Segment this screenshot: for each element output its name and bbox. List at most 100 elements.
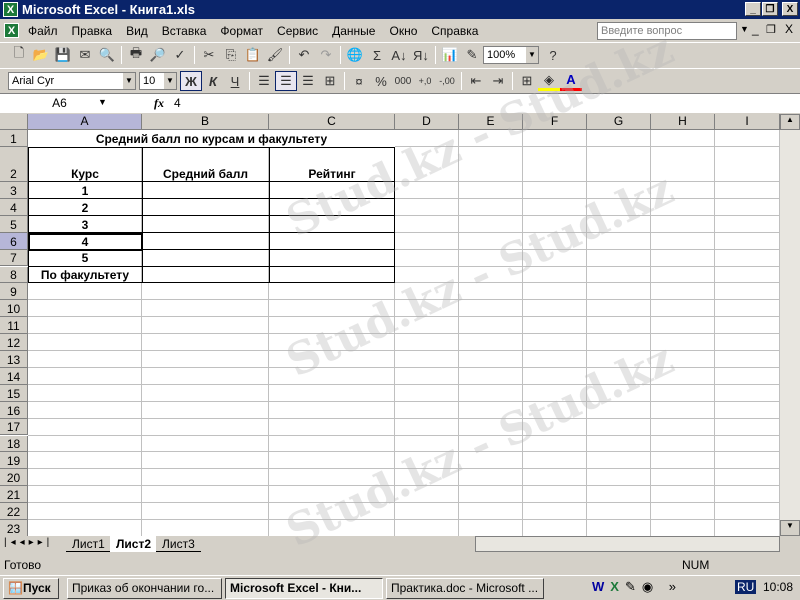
column-header-H[interactable]: H — [651, 114, 715, 130]
row-header-5[interactable]: 5 — [0, 215, 28, 233]
print-icon[interactable]: 🖶 — [125, 45, 147, 65]
zoom-select[interactable]: 100% ▼ — [483, 46, 539, 64]
row-header-13[interactable]: 13 — [0, 351, 28, 368]
save-icon[interactable]: 💾 — [52, 45, 74, 65]
row-header-15[interactable]: 15 — [0, 384, 28, 402]
column-header-A[interactable]: A — [28, 114, 142, 130]
search-file-icon[interactable]: 🔍 — [96, 45, 118, 65]
column-header-E[interactable]: E — [459, 114, 523, 130]
copy-icon[interactable]: ⎘ — [220, 45, 242, 65]
paste-icon[interactable]: 📋 — [242, 45, 264, 65]
worksheet-grid[interactable]: A B C D E F G H I 1 2 3 4 5 6 7 8 9 10 11 12 13 14 15 16 17 18 19 20… — [0, 114, 780, 536]
formula-input[interactable]: 4 — [174, 96, 181, 110]
quick-launch-icons[interactable]: WX✎◉ » — [592, 579, 682, 595]
align-right-icon[interactable]: ☰ — [297, 71, 319, 91]
row-header-16[interactable]: 16 — [0, 401, 28, 419]
row-header-20[interactable]: 20 — [0, 469, 28, 487]
thousands-icon[interactable]: 000 — [392, 71, 414, 91]
tab-navigation-icons[interactable]: |◂◂▸▸| — [4, 537, 53, 548]
row-header-17[interactable]: 17 — [0, 418, 28, 436]
menu-edit[interactable]: Правка — [65, 24, 120, 38]
menu-data[interactable]: Данные — [325, 24, 382, 38]
cut-icon[interactable]: ✂ — [198, 45, 220, 65]
column-header-D[interactable]: D — [395, 114, 459, 130]
increase-indent-icon[interactable]: ⇥ — [487, 71, 509, 91]
cell-B2[interactable]: Средний балл — [142, 147, 269, 182]
scroll-up-button[interactable]: ▲ — [780, 114, 800, 130]
menu-file[interactable]: Файл — [21, 24, 65, 38]
sort-ascending-icon[interactable]: A↓ — [388, 45, 410, 65]
row-header-21[interactable]: 21 — [0, 486, 28, 504]
doc-close-button[interactable]: X — [785, 22, 793, 36]
ask-question-input[interactable]: Введите вопрос — [597, 22, 737, 40]
column-header-B[interactable]: B — [142, 114, 269, 130]
help-icon[interactable]: ? — [542, 45, 564, 65]
row-header-14[interactable]: 14 — [0, 367, 28, 385]
format-painter-icon[interactable]: 🖌 — [264, 45, 286, 65]
tab-sheet3[interactable]: Лист3 — [156, 536, 201, 552]
column-header-F[interactable]: F — [523, 114, 587, 130]
select-all-button[interactable] — [0, 114, 28, 130]
menu-help[interactable]: Справка — [424, 24, 485, 38]
print-preview-icon[interactable]: 🔎 — [147, 45, 169, 65]
menu-insert[interactable]: Вставка — [155, 24, 214, 38]
row-header-7[interactable]: 7 — [0, 249, 28, 267]
task-word-praktika[interactable]: Практика.doc - Microsoft ... — [386, 577, 544, 599]
borders-icon[interactable]: ⊞ — [516, 71, 538, 91]
chevron-down-icon[interactable]: ▼ — [526, 47, 538, 63]
open-icon[interactable]: 📂 — [30, 45, 52, 65]
drawing-icon[interactable]: ✎ — [461, 45, 483, 65]
task-excel[interactable]: Microsoft Excel - Кни... — [225, 577, 383, 599]
decrease-decimal-icon[interactable]: -,00 — [436, 71, 458, 91]
decrease-indent-icon[interactable]: ⇤ — [465, 71, 487, 91]
cell-A5[interactable]: 3 — [28, 216, 142, 233]
namebox-dropdown-icon[interactable]: ▼ — [98, 97, 107, 107]
row-header-6[interactable]: 6 — [0, 232, 28, 250]
language-indicator[interactable]: RU — [735, 580, 757, 594]
permission-icon[interactable]: ✉ — [74, 45, 96, 65]
active-cell-A6[interactable] — [28, 232, 143, 251]
cell-A2[interactable]: Курс — [28, 147, 142, 182]
sort-descending-icon[interactable]: Я↓ — [410, 45, 432, 65]
tab-sheet1[interactable]: Лист1 — [66, 536, 111, 552]
column-header-C[interactable]: C — [269, 114, 395, 130]
row-header-22[interactable]: 22 — [0, 503, 28, 520]
autosum-icon[interactable]: Σ — [366, 45, 388, 65]
font-color-icon[interactable]: A — [560, 71, 582, 91]
font-size-select[interactable]: 10 ▼ — [139, 72, 177, 90]
row-header-1[interactable]: 1 — [0, 130, 28, 147]
close-button[interactable]: X — [782, 2, 798, 16]
cell-C2[interactable]: Рейтинг — [269, 147, 395, 182]
row-header-4[interactable]: 4 — [0, 198, 28, 216]
cell-A3[interactable]: 1 — [28, 182, 142, 199]
menu-tools[interactable]: Сервис — [270, 24, 325, 38]
increase-decimal-icon[interactable]: +,0 — [414, 71, 436, 91]
row-header-9[interactable]: 9 — [0, 283, 28, 301]
menu-format[interactable]: Формат — [213, 24, 270, 38]
new-icon[interactable]: 🗋 — [8, 45, 30, 65]
redo-icon[interactable]: ↷ — [315, 45, 337, 65]
spelling-icon[interactable]: ✓ — [169, 45, 191, 65]
tab-sheet2[interactable]: Лист2 — [110, 536, 158, 552]
chevron-down-icon[interactable]: ▼ — [164, 73, 176, 89]
doc-minimize-button[interactable]: _ — [752, 22, 759, 36]
minimize-button[interactable]: _ — [745, 2, 761, 16]
horizontal-scrollbar[interactable] — [475, 536, 780, 552]
row-header-12[interactable]: 12 — [0, 334, 28, 351]
percent-icon[interactable]: % — [370, 71, 392, 91]
column-header-I[interactable]: I — [715, 114, 780, 130]
row-header-23[interactable]: 23 — [0, 520, 28, 536]
scroll-down-button[interactable]: ▼ — [780, 520, 800, 536]
cell-A8[interactable]: По факультету — [28, 267, 142, 284]
cell-A1-title[interactable]: Средний балл по курсам и факультету — [28, 130, 395, 147]
fill-color-icon[interactable]: ◈ — [538, 71, 560, 91]
chart-wizard-icon[interactable]: 📊 — [439, 45, 461, 65]
merge-center-icon[interactable]: ⊞ — [319, 71, 341, 91]
row-header-11[interactable]: 11 — [0, 317, 28, 335]
hyperlink-icon[interactable]: 🌐 — [344, 45, 366, 65]
italic-button[interactable]: К — [202, 71, 224, 91]
row-header-18[interactable]: 18 — [0, 435, 28, 453]
doc-restore-button[interactable]: ❐ — [766, 23, 776, 36]
row-header-8[interactable]: 8 — [0, 266, 28, 284]
fx-icon[interactable]: fx — [154, 96, 164, 111]
